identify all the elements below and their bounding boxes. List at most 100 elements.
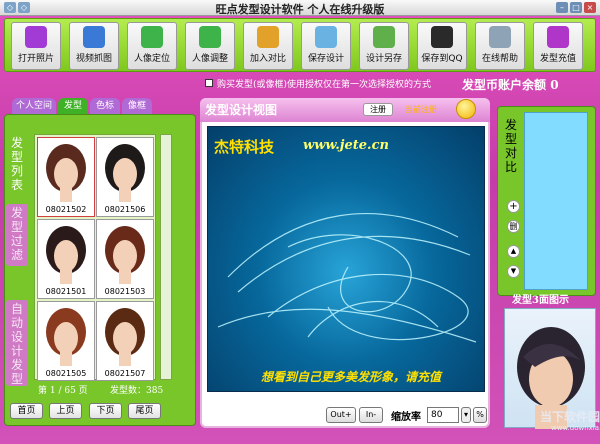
buy-authorization-text: 购买发型(或像框)使用授权仅在第一次选择授权的方式 — [217, 80, 432, 90]
buy-authorization-checkbox[interactable] — [205, 79, 213, 87]
design-view-title: 发型设计视图 — [205, 103, 278, 117]
toolbar-button-5[interactable]: 加入对比 — [243, 22, 293, 70]
hairstyle-thumbnail — [105, 226, 145, 284]
toolbar-button-label: 保存到QQ — [421, 54, 463, 64]
hairstyle-grid: 08021502 08021506 08021501 08021503 08021505… — [34, 134, 156, 381]
compare-area[interactable] — [524, 112, 588, 290]
hairstyle-count: 发型数：385 — [110, 386, 164, 396]
hairstyle-filter-label[interactable]: 发 型 过 滤 — [6, 204, 28, 266]
qq-penguin-icon — [431, 26, 453, 48]
toolbar-button-label: 人像定位 — [133, 54, 170, 64]
hairstyle-code: 08021507 — [104, 369, 146, 378]
save-design-icon — [315, 26, 337, 48]
balance-display: 发型币账户余额 0 — [462, 76, 559, 93]
smiley-icon — [456, 99, 476, 119]
page-info: 第 1 / 65 页 — [38, 386, 88, 396]
toolbar-button-label: 视频抓图 — [75, 54, 112, 64]
toolbar-button-10[interactable]: 发型充值 — [533, 22, 583, 70]
toolbar-button-3[interactable]: 人像定位 — [127, 22, 177, 70]
hairstyle-code: 08021503 — [104, 287, 146, 296]
watermark-text: 当下软件园 — [540, 410, 600, 424]
portrait-adjust-icon — [199, 26, 221, 48]
hairstyle-recharge-icon — [547, 26, 569, 48]
hairstyle-thumbnail — [105, 144, 145, 202]
last-page-button[interactable]: 尾页 — [128, 403, 161, 419]
toolbar-button-4[interactable]: 人像调整 — [185, 22, 235, 70]
toolbar-button-label: 加入对比 — [249, 54, 286, 64]
zoom-in-button[interactable]: In- — [359, 407, 383, 423]
compare-label: 发 型 对 比 — [504, 118, 517, 174]
video-capture-icon — [83, 26, 105, 48]
zoom-out-button[interactable]: Out+ — [326, 407, 356, 423]
notice-row: 购买发型(或像框)使用授权仅在第一次选择授权的方式 发型币账户余额 0 — [0, 76, 600, 92]
toolbar-button-6[interactable]: 保存设计 — [301, 22, 351, 70]
toolbar-button-7[interactable]: 设计另存 — [359, 22, 409, 70]
app-window: ◇ ◇ 旺点发型设计软件 个人在线升级版 – □ × 打开照片 视频抓图 人像定位 人… — [0, 0, 600, 444]
balance-value: 0 — [550, 78, 559, 92]
prev-page-button[interactable]: 上页 — [49, 403, 82, 419]
toolbar-button-label: 人像调整 — [191, 54, 228, 64]
design-canvas[interactable] — [207, 126, 485, 392]
add-compare-icon — [257, 26, 279, 48]
title-bar: ◇ ◇ 旺点发型设计软件 个人在线升级版 – □ × — [0, 0, 600, 16]
minimize-icon[interactable]: – — [556, 2, 568, 13]
toolbar-button-8[interactable]: 保存到QQ — [417, 22, 467, 70]
toolbar-button-1[interactable]: 打开照片 — [11, 22, 61, 70]
toolbar-button-label: 打开照片 — [17, 54, 54, 64]
balance-label: 发型币账户余额 — [462, 78, 547, 92]
toolbar-button-label: 发型充值 — [539, 54, 576, 64]
left-tab-4[interactable]: 像框 — [122, 98, 152, 114]
zoom-value-input[interactable]: 80 — [427, 407, 459, 423]
online-help-icon — [489, 26, 511, 48]
hairstyle-thumbnail — [46, 226, 86, 284]
hairstyle-scrollbar[interactable] — [160, 134, 172, 380]
left-tabs: 个人空间 发型 色标 像框 — [4, 98, 196, 114]
light-swirl-graphic — [217, 213, 477, 343]
window-title: 旺点发型设计软件 个人在线升级版 — [215, 3, 385, 16]
hairstyle-code: 08021501 — [45, 287, 87, 296]
hairstyle-card[interactable]: 08021501 — [37, 219, 95, 299]
recharge-promo: 想看到自己更多美发形象，请充值 — [260, 370, 441, 384]
zoom-dropdown-icon[interactable]: ▾ — [461, 407, 471, 423]
maximize-icon[interactable]: □ — [570, 2, 582, 13]
hairstyle-code: 08021506 — [104, 205, 146, 214]
compare-up-button[interactable]: ▲ — [507, 245, 520, 258]
hairstyle-thumbnail — [46, 144, 86, 202]
left-tab-2[interactable]: 发型 — [58, 98, 88, 114]
compare-down-button[interactable]: ▼ — [507, 265, 520, 278]
hairstyle-card[interactable]: 08021506 — [96, 137, 154, 217]
open-photo-icon — [25, 26, 47, 48]
toolbar-button-9[interactable]: 在线帮助 — [475, 22, 525, 70]
left-tab-3[interactable]: 色标 — [90, 98, 120, 114]
close-icon[interactable]: × — [584, 2, 596, 13]
toolbar-button-label: 保存设计 — [307, 54, 344, 64]
register-button[interactable]: 注册 — [363, 103, 393, 116]
brand-name: 杰特科技 — [214, 138, 275, 156]
toolbar-button-label: 设计另存 — [365, 54, 402, 64]
zoom-unit: % — [473, 407, 487, 423]
toolbar-button-2[interactable]: 视频抓图 — [69, 22, 119, 70]
hairstyle-card[interactable]: 08021502 — [37, 137, 95, 217]
add-compare-button[interactable]: + — [507, 200, 520, 213]
zoom-label: 缩放率 — [391, 412, 421, 423]
brand-url: www.jete.cn — [303, 138, 389, 153]
hairstyle-card[interactable]: 08021503 — [96, 219, 154, 299]
face-3view-title: 发型3面图示 — [512, 295, 569, 306]
auto-design-label[interactable]: 自 动 设 计 发 型 — [6, 300, 28, 386]
portrait-locate-icon — [141, 26, 163, 48]
toolbar-button-label: 在线帮助 — [481, 54, 518, 64]
register-note: 当前注册 — [405, 105, 437, 114]
delete-compare-button[interactable]: 删 — [507, 220, 520, 233]
watermark-url: www.downxia.com — [551, 424, 600, 432]
next-page-button[interactable]: 下页 — [89, 403, 122, 419]
hairstyle-thumbnail — [105, 308, 145, 366]
left-tab-1[interactable]: 个人空间 — [12, 98, 56, 114]
hairstyle-code: 08021502 — [45, 205, 87, 214]
hairstyle-list-label[interactable]: 发 型 列 表 — [6, 136, 28, 192]
hairstyle-card[interactable]: 08021507 — [96, 301, 154, 381]
first-page-button[interactable]: 首页 — [10, 403, 43, 419]
hairstyle-code: 08021505 — [45, 369, 87, 378]
hairstyle-card[interactable]: 08021505 — [37, 301, 95, 381]
hairstyle-thumbnail — [46, 308, 86, 366]
save-as-icon — [373, 26, 395, 48]
